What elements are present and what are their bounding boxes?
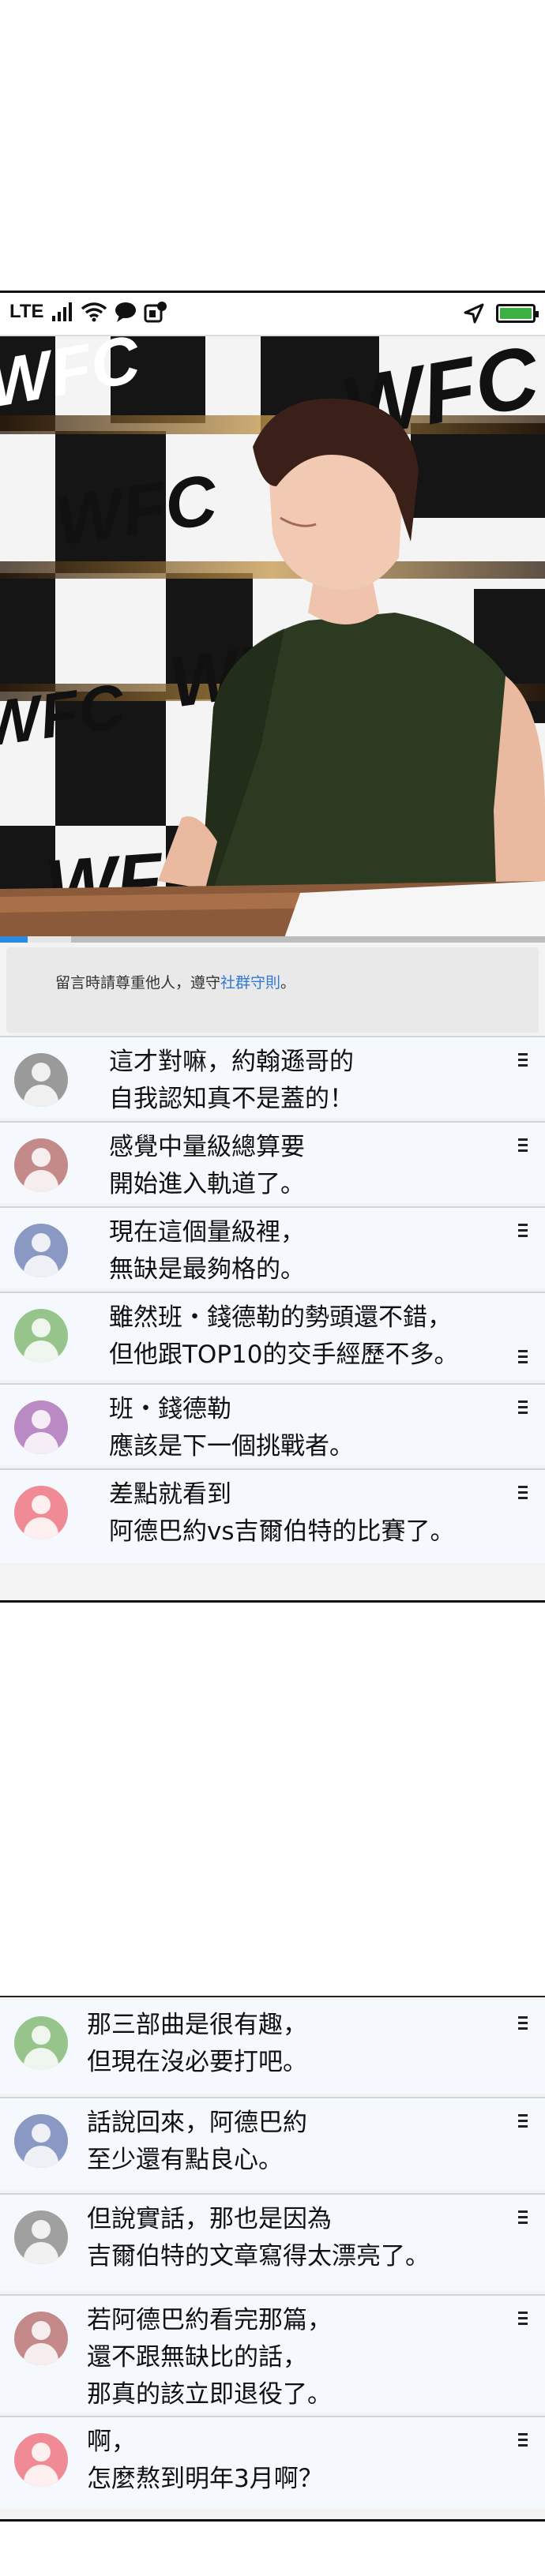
comment-text: 若阿德巴約看完那篇， 還不跟無缺比的話， 那真的該立即退役了。 [87, 2306, 332, 2409]
comment-text: 差點就看到 阿德巴約vs吉爾伯特的比賽了。 [109, 1480, 455, 1546]
avatar [14, 2210, 68, 2264]
network-type: LTE [9, 301, 44, 322]
comment-text: 感覺中量級總算要 開始進入軌道了。 [109, 1133, 305, 1198]
more-options-icon[interactable] [518, 2016, 528, 2030]
comment-text: 現在這個量級裡， 無缺是最夠格的。 [109, 1218, 305, 1284]
phone-screen: LTE WFC WFC WFC WFC WFC 留言時請尊重他人，遵守社群守則。… [0, 291, 545, 1603]
notification-icon [144, 302, 167, 323]
avatar [14, 2016, 68, 2070]
video-buffer-bar [27, 936, 71, 943]
comment-item[interactable]: 感覺中量級總算要 開始進入軌道了。 [0, 1121, 545, 1203]
comment-text: 雖然班・錢德勒的勢頭還不錯， 但他跟TOP10的交手經歷不多。 [109, 1303, 459, 1369]
video-player[interactable]: WFC WFC WFC WFC WFC WFC [0, 336, 545, 938]
comment-item[interactable]: 差點就看到 阿德巴約vs吉爾伯特的比賽了。 [0, 1468, 545, 1563]
battery-icon [496, 304, 539, 323]
comment-text: 那三部曲是很有趣， 但現在沒必要打吧。 [87, 2011, 307, 2076]
avatar [14, 1224, 68, 1277]
chat-icon [115, 302, 136, 322]
avatar [14, 2114, 68, 2168]
more-options-icon[interactable] [518, 1400, 528, 1414]
video-progress-fill [0, 936, 28, 943]
avatar [14, 1400, 68, 1454]
comment-item[interactable]: 現在這個量級裡， 無缺是最夠格的。 [0, 1206, 545, 1288]
avatar [14, 2433, 68, 2487]
more-options-icon[interactable] [518, 1138, 528, 1152]
community-guidelines-link[interactable]: 社群守則 [220, 974, 280, 992]
comment-text: 話說回來，阿德巴約 至少還有點良心。 [87, 2109, 307, 2174]
more-options-icon[interactable] [518, 2312, 528, 2325]
comment-text: 班・錢德勒 應該是下一個挑戰者。 [109, 1395, 354, 1460]
more-options-icon[interactable] [518, 1486, 528, 1499]
comment-item[interactable]: 啊， 怎麼熬到明年3月啊？ [0, 2416, 545, 2509]
comment-text: 啊， 怎麼熬到明年3月啊？ [87, 2428, 323, 2493]
video-frame: WFC WFC WFC WFC WFC WFC [0, 336, 545, 938]
comment-text: 這才對嘛，約翰遜哥的 自我認知真不是蓋的！ [109, 1048, 354, 1113]
wifi-icon [81, 302, 107, 322]
avatar [14, 1138, 68, 1192]
location-arrow-icon [464, 303, 484, 324]
avatar [14, 1053, 68, 1107]
comment-item[interactable]: 這才對嘛，約翰遜哥的 自我認知真不是蓋的！ [0, 1036, 545, 1118]
comment-item[interactable]: 那三部曲是很有趣， 但現在沒必要打吧。 [0, 2000, 545, 2094]
video-progress-bar[interactable] [0, 936, 545, 943]
community-guidelines-notice: 留言時請尊重他人，遵守社群守則。 [6, 947, 539, 1033]
comment-item[interactable]: 班・錢德勒 應該是下一個挑戰者。 [0, 1383, 545, 1465]
more-options-icon[interactable] [518, 1053, 528, 1067]
avatar [14, 2312, 68, 2365]
avatar [14, 1486, 68, 1539]
notice-text-end: 。 [280, 974, 296, 992]
comment-text: 但說實話，那也是因為 吉爾伯特的文章寫得太漂亮了。 [87, 2205, 430, 2270]
comment-item[interactable]: 雖然班・錢德勒的勢頭還不錯， 但他跟TOP10的交手經歷不多。 [0, 1292, 545, 1380]
more-options-icon[interactable] [518, 2433, 528, 2447]
comment-item[interactable]: 若阿德巴約看完那篇， 還不跟無缺比的話， 那真的該立即退役了。 [0, 2294, 545, 2413]
more-options-icon[interactable] [518, 2210, 528, 2224]
comment-item[interactable]: 話說回來，阿德巴約 至少還有點良心。 [0, 2097, 545, 2190]
status-bar: LTE [0, 293, 545, 336]
more-options-icon[interactable] [518, 2114, 528, 2128]
signal-icon [51, 302, 72, 321]
avatar [14, 1309, 68, 1363]
comment-item[interactable]: 但說實話，那也是因為 吉爾伯特的文章寫得太漂亮了。 [0, 2193, 545, 2291]
more-options-icon[interactable] [518, 1350, 528, 1363]
notice-text: 留言時請尊重他人，遵守 [55, 974, 221, 992]
more-options-icon[interactable] [518, 1224, 528, 1237]
comment-list-bottom: 那三部曲是很有趣， 但現在沒必要打吧。 話說回來，阿德巴約 至少還有點良心。但說實… [0, 1996, 545, 2522]
